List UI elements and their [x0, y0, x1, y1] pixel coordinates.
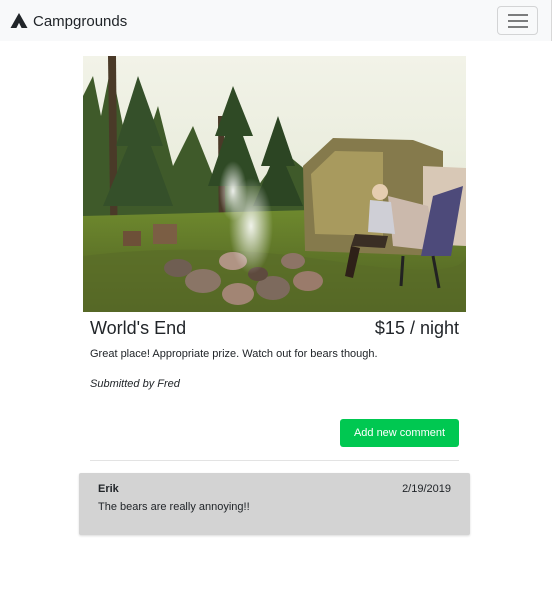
navbar: Campgrounds — [0, 0, 552, 41]
campground-name: World's End — [90, 318, 187, 338]
menu-toggle-button[interactable] — [497, 6, 538, 35]
add-comment-button[interactable]: Add new comment — [340, 419, 459, 447]
brand-title: Campgrounds — [33, 12, 128, 30]
campground-description: Great place! Appropriate prize. Watch ou… — [90, 348, 378, 360]
comment-author: Erik — [98, 483, 119, 495]
submitted-by: Submitted by Fred — [90, 378, 180, 390]
comment-text: The bears are really annoying!! — [98, 501, 250, 513]
comment-card: Erik 2/19/2019 The bears are really anno… — [79, 473, 470, 535]
brand-link[interactable]: Campgrounds — [10, 10, 127, 32]
campground-image — [83, 56, 466, 312]
divider — [90, 460, 459, 461]
comment-date: 2/19/2019 — [402, 483, 451, 495]
campground-tent-icon — [10, 12, 28, 30]
hamburger-menu-icon — [508, 14, 528, 28]
campground-price: $15 / night — [374, 318, 459, 338]
